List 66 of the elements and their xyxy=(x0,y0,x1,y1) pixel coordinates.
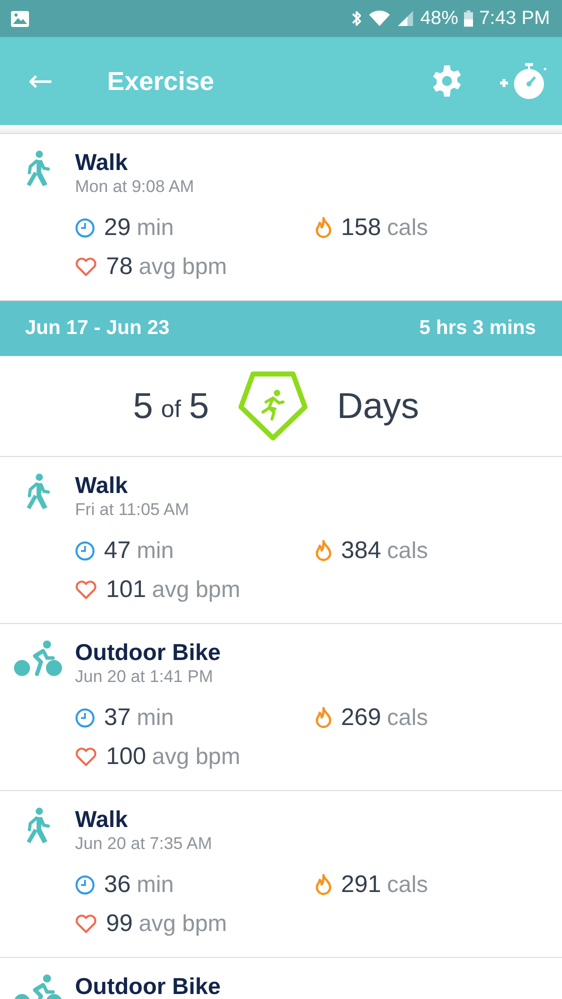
flame-icon xyxy=(315,217,332,238)
heart-rate-unit: avg bpm xyxy=(152,743,240,770)
duration-unit: min xyxy=(136,214,174,241)
battery-icon xyxy=(464,10,474,27)
signal-icon xyxy=(397,10,414,27)
bluetooth-icon xyxy=(351,9,362,28)
duration-value: 36 xyxy=(104,870,131,898)
clock-icon xyxy=(75,874,95,894)
battery-percent: 48% xyxy=(420,8,458,30)
exercise-title: Walk xyxy=(75,471,129,499)
exercise-time: Mon at 9:08 AM xyxy=(75,176,196,198)
add-stopwatch-icon[interactable] xyxy=(498,61,548,101)
runner-badge-icon xyxy=(237,371,310,441)
calories-unit: cals xyxy=(387,214,428,241)
exercise-title: Walk xyxy=(75,148,129,176)
heart-rate-value: 78 xyxy=(106,252,133,280)
clock-time: 7:43 PM xyxy=(479,8,550,30)
calories-unit: cals xyxy=(387,704,428,731)
week-range: Jun 17 - Jun 23 xyxy=(25,317,170,340)
exercise-time: Jun 20 at 7:35 AM xyxy=(75,833,214,855)
clock-icon xyxy=(75,218,95,238)
clock-icon xyxy=(75,708,95,728)
image-icon xyxy=(10,8,30,28)
wifi-icon xyxy=(368,10,392,27)
exercise-title: Outdoor Bike xyxy=(75,972,222,999)
heart-icon xyxy=(75,580,97,600)
duration-value: 37 xyxy=(104,704,131,732)
calories-value: 269 xyxy=(341,704,382,732)
calories-unit: cals xyxy=(387,537,428,564)
heart-rate-value: 100 xyxy=(106,742,146,770)
heart-rate-unit: avg bpm xyxy=(138,910,227,937)
exercise-entry[interactable]: Outdoor Bike xyxy=(0,958,562,999)
goal-count: 5 xyxy=(132,385,153,427)
exercise-entry[interactable]: Walk Jun 20 at 7:35 AM 36 min 291 cals 99 avg bpm xyxy=(0,791,562,958)
heart-icon xyxy=(75,256,97,276)
flame-icon xyxy=(315,707,332,728)
flame-icon xyxy=(315,540,332,561)
goal-of: of xyxy=(160,396,181,424)
exercise-time: Jun 20 at 1:41 PM xyxy=(75,666,214,688)
exercise-entry[interactable]: Outdoor Bike Jun 20 at 1:41 PM 37 min 269 cals 100 avg bpm xyxy=(0,624,562,791)
heart-icon xyxy=(75,746,97,766)
goal-target: 5 xyxy=(188,385,210,427)
duration-unit: min xyxy=(136,537,174,564)
exercise-time: Fri at 11:05 AM xyxy=(75,499,190,521)
duration-unit: min xyxy=(136,871,174,898)
duration-value: 47 xyxy=(104,536,131,564)
heart-rate-unit: avg bpm xyxy=(138,253,227,280)
heart-rate-value: 101 xyxy=(106,576,146,604)
duration-unit: min xyxy=(136,704,174,731)
exercise-title: Walk xyxy=(75,805,129,833)
week-total: 5 hrs 3 mins xyxy=(419,317,536,340)
calories-value: 158 xyxy=(341,214,382,242)
exercise-entry[interactable]: Walk Fri at 11:05 AM 47 min 384 cals 101 avg bpm xyxy=(0,457,562,624)
goal-label: Days xyxy=(337,385,420,427)
heart-rate-value: 99 xyxy=(106,910,133,938)
clock-icon xyxy=(75,540,95,560)
calories-value: 291 xyxy=(341,870,382,898)
calories-value: 384 xyxy=(341,536,382,564)
exercise-title: Outdoor Bike xyxy=(75,638,222,666)
heart-icon xyxy=(75,914,97,934)
calories-unit: cals xyxy=(387,871,428,898)
screen-title: Exercise xyxy=(107,66,214,96)
flame-icon xyxy=(315,874,332,895)
duration-value: 29 xyxy=(104,214,131,242)
heart-rate-unit: avg bpm xyxy=(152,576,240,603)
cyclist-icon xyxy=(14,640,62,676)
